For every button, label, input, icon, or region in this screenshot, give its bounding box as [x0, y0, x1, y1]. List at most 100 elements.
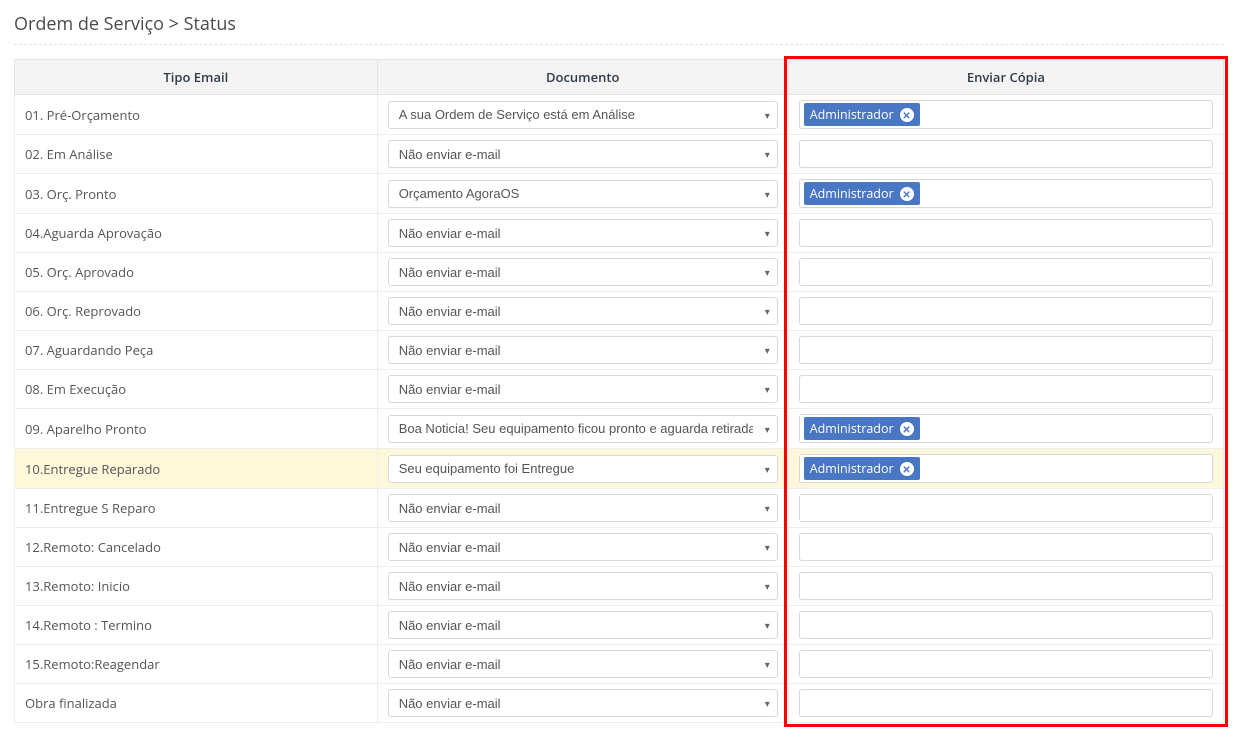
send-copy-input[interactable] — [799, 375, 1213, 403]
table-row: 12.Remoto: Cancelado Não enviar e-mail — [15, 528, 1224, 567]
document-select[interactable]: Não enviar e-mail — [388, 533, 778, 561]
table-row: 05. Orç. Aprovado Não enviar e-mail — [15, 253, 1224, 292]
send-copy-cell — [788, 214, 1223, 253]
send-copy-cell — [788, 684, 1223, 723]
send-copy-cell — [788, 331, 1223, 370]
send-copy-input[interactable] — [799, 689, 1213, 717]
document-select[interactable]: Não enviar e-mail — [388, 650, 778, 678]
recipient-tag-label: Administrador — [810, 460, 894, 477]
send-copy-input[interactable] — [799, 650, 1213, 678]
send-copy-cell — [788, 528, 1223, 567]
send-copy-cell — [788, 645, 1223, 684]
email-type-cell: 04.Aguarda Aprovação — [15, 214, 378, 253]
document-cell: Não enviar e-mail — [377, 370, 788, 409]
email-type-cell: 11.Entregue S Reparo — [15, 489, 378, 528]
remove-tag-icon[interactable]: ✕ — [900, 422, 914, 436]
send-copy-input[interactable] — [799, 258, 1213, 286]
email-type-cell: Obra finalizada — [15, 684, 378, 723]
send-copy-input[interactable] — [799, 572, 1213, 600]
email-type-cell: 10.Entregue Reparado — [15, 449, 378, 489]
send-copy-cell — [788, 292, 1223, 331]
document-cell: Não enviar e-mail — [377, 684, 788, 723]
remove-tag-icon[interactable]: ✕ — [900, 108, 914, 122]
send-copy-input[interactable]: Administrador✕ — [799, 179, 1213, 208]
table-row: Obra finalizada Não enviar e-mail — [15, 684, 1224, 723]
table-row: 06. Orç. Reprovado Não enviar e-mail — [15, 292, 1224, 331]
status-table: Tipo Email Documento Enviar Cópia 01. Pr… — [14, 59, 1224, 723]
document-cell: Não enviar e-mail — [377, 567, 788, 606]
table-row: 14.Remoto : Termino Não enviar e-mail — [15, 606, 1224, 645]
breadcrumb-page: Status — [184, 12, 236, 36]
document-cell: Não enviar e-mail — [377, 253, 788, 292]
document-select[interactable]: Não enviar e-mail — [388, 258, 778, 286]
send-copy-input[interactable] — [799, 494, 1213, 522]
send-copy-input[interactable] — [799, 297, 1213, 325]
table-row: 08. Em Execução Não enviar e-mail — [15, 370, 1224, 409]
email-type-cell: 03. Orç. Pronto — [15, 174, 378, 214]
email-type-cell: 09. Aparelho Pronto — [15, 409, 378, 449]
send-copy-cell: Administrador ✕ — [788, 409, 1223, 449]
document-select[interactable]: A sua Ordem de Serviço está em Análise — [388, 101, 778, 129]
document-cell: Orçamento AgoraOS — [377, 174, 788, 214]
email-type-cell: 13.Remoto: Inicio — [15, 567, 378, 606]
breadcrumb: Ordem de Serviço > Status — [14, 8, 1224, 45]
document-cell: A sua Ordem de Serviço está em Análise — [377, 95, 788, 135]
recipient-tag: Administrador✕ — [804, 182, 920, 205]
table-row: 15.Remoto:Reagendar Não enviar e-mail — [15, 645, 1224, 684]
send-copy-cell: Administrador ✕ — [788, 449, 1223, 489]
table-row: 04.Aguarda Aprovação Não enviar e-mail — [15, 214, 1224, 253]
send-copy-cell: Administrador✕ — [788, 174, 1223, 214]
breadcrumb-section: Ordem de Serviço — [14, 12, 164, 36]
send-copy-cell — [788, 567, 1223, 606]
send-copy-input[interactable] — [799, 219, 1213, 247]
send-copy-input[interactable]: Administrador ✕ — [799, 414, 1213, 443]
recipient-tag-label: Administrador — [810, 106, 894, 123]
document-cell: Boa Noticia! Seu equipamento ficou pront… — [377, 409, 788, 449]
document-select[interactable]: Não enviar e-mail — [388, 219, 778, 247]
remove-tag-icon[interactable]: ✕ — [900, 462, 914, 476]
document-select[interactable]: Boa Noticia! Seu equipamento ficou pront… — [388, 415, 778, 443]
breadcrumb-separator: > — [169, 12, 179, 36]
send-copy-input[interactable]: Administrador ✕ — [799, 100, 1213, 129]
document-select[interactable]: Não enviar e-mail — [388, 494, 778, 522]
col-header-document: Documento — [377, 60, 788, 95]
email-type-cell: 01. Pré-Orçamento — [15, 95, 378, 135]
send-copy-input[interactable] — [799, 140, 1213, 168]
document-select[interactable]: Não enviar e-mail — [388, 140, 778, 168]
send-copy-input[interactable] — [799, 533, 1213, 561]
document-select[interactable]: Seu equipamento foi Entregue — [388, 455, 778, 483]
email-type-cell: 02. Em Análise — [15, 135, 378, 174]
recipient-tag: Administrador ✕ — [804, 103, 920, 126]
email-type-cell: 08. Em Execução — [15, 370, 378, 409]
document-select[interactable]: Não enviar e-mail — [388, 611, 778, 639]
email-type-cell: 12.Remoto: Cancelado — [15, 528, 378, 567]
email-type-cell: 14.Remoto : Termino — [15, 606, 378, 645]
document-select[interactable]: Não enviar e-mail — [388, 375, 778, 403]
document-cell: Não enviar e-mail — [377, 135, 788, 174]
remove-tag-icon[interactable]: ✕ — [900, 187, 914, 201]
send-copy-cell — [788, 489, 1223, 528]
recipient-tag-label: Administrador — [810, 420, 894, 437]
recipient-tag: Administrador ✕ — [804, 457, 920, 480]
send-copy-cell — [788, 135, 1223, 174]
send-copy-input[interactable] — [799, 611, 1213, 639]
table-row: 09. Aparelho Pronto Boa Noticia! Seu equi… — [15, 409, 1224, 449]
email-type-cell: 07. Aguardando Peça — [15, 331, 378, 370]
document-select[interactable]: Não enviar e-mail — [388, 572, 778, 600]
document-select[interactable]: Não enviar e-mail — [388, 336, 778, 364]
email-type-cell: 15.Remoto:Reagendar — [15, 645, 378, 684]
document-cell: Não enviar e-mail — [377, 645, 788, 684]
document-cell: Não enviar e-mail — [377, 292, 788, 331]
document-cell: Não enviar e-mail — [377, 606, 788, 645]
send-copy-input[interactable]: Administrador ✕ — [799, 454, 1213, 483]
email-type-cell: 05. Orç. Aprovado — [15, 253, 378, 292]
send-copy-cell — [788, 253, 1223, 292]
send-copy-input[interactable] — [799, 336, 1213, 364]
document-cell: Seu equipamento foi Entregue — [377, 449, 788, 489]
document-select[interactable]: Não enviar e-mail — [388, 297, 778, 325]
send-copy-cell — [788, 606, 1223, 645]
document-cell: Não enviar e-mail — [377, 489, 788, 528]
document-select[interactable]: Orçamento AgoraOS — [388, 180, 778, 208]
email-type-cell: 06. Orç. Reprovado — [15, 292, 378, 331]
document-select[interactable]: Não enviar e-mail — [388, 689, 778, 717]
